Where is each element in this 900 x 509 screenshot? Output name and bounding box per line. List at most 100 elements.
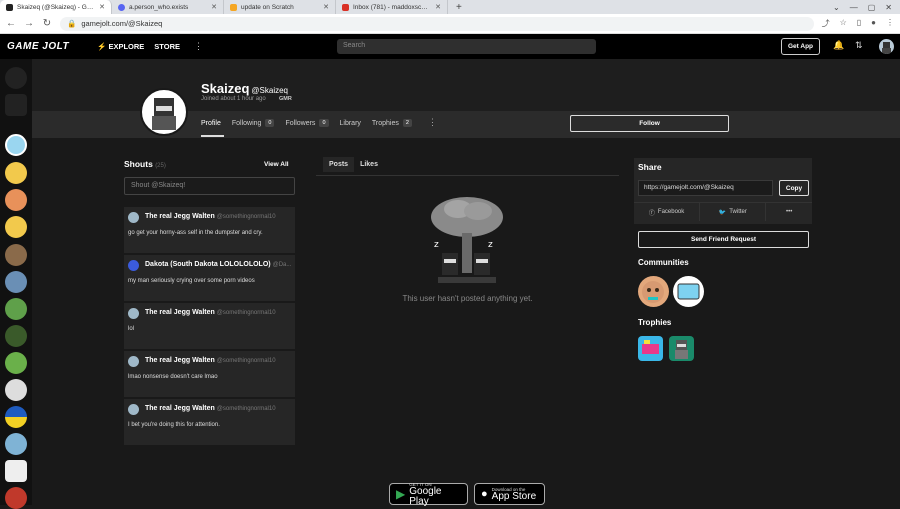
community-item[interactable] <box>5 433 27 455</box>
get-app-button[interactable]: Get App <box>781 38 820 55</box>
profile-more-icon[interactable]: ⋮ <box>428 117 437 128</box>
community-item[interactable] <box>5 487 27 509</box>
shout-author: Dakota (South Dakota LOLOLOLOLO) <box>145 261 271 268</box>
tab-trophies[interactable]: Trophies 2 <box>372 119 412 127</box>
avatar[interactable] <box>128 404 139 415</box>
active-tab-underline <box>201 135 224 137</box>
store-link[interactable]: STORE <box>154 42 180 51</box>
community-item[interactable] <box>5 352 27 374</box>
community-item[interactable] <box>5 379 27 401</box>
discord-favicon-icon <box>118 3 125 11</box>
close-tab-icon[interactable]: ✕ <box>435 3 441 11</box>
tab-title: Inbox (781) - maddoxschiller18@ <box>353 3 431 11</box>
avatar[interactable] <box>128 260 139 271</box>
share-page-icon[interactable]: ⤴ <box>822 18 830 29</box>
tab-posts[interactable]: Posts <box>323 157 355 172</box>
tab-search-icon[interactable]: ⌄ <box>833 3 840 12</box>
search-input[interactable]: Search <box>337 39 596 54</box>
profile-tabs: Profile Following 0 Followers 0 Library Tr… <box>201 119 412 127</box>
shout-input[interactable]: Shout @Skaizeq! <box>124 177 295 195</box>
home-icon[interactable] <box>5 67 27 89</box>
follow-button[interactable]: Follow <box>570 115 729 132</box>
explore-link[interactable]: ⚡ EXPLORE <box>97 42 144 51</box>
community-item[interactable] <box>5 189 27 211</box>
browser-tab-gamejolt[interactable]: Skaizeq (@Skaizeq) - Game Jolt ✕ <box>0 0 112 14</box>
community-item[interactable] <box>5 406 27 428</box>
address-bar: ← → ↻ 🔒 gamejolt.com/@Skaizeq ⤴ ☆ ▯ ● ⋮ <box>0 14 900 34</box>
minimize-icon[interactable]: — <box>850 3 858 12</box>
library-icon[interactable] <box>5 94 27 116</box>
close-tab-icon[interactable]: ✕ <box>323 3 329 11</box>
gamejolt-logo[interactable]: GAME JOLT <box>7 41 87 52</box>
community-item[interactable] <box>5 325 27 347</box>
avatar[interactable] <box>128 212 139 223</box>
shout-item: The real Jegg Walten @somethingnormal10 l… <box>124 351 295 397</box>
bell-icon[interactable]: 🔔 <box>833 40 844 51</box>
trophy-thumbnail[interactable] <box>638 336 663 361</box>
app-store-button[interactable]: ● Download on the App Store <box>474 483 545 505</box>
tab-following[interactable]: Following 0 <box>232 119 275 127</box>
more-share-button[interactable]: ••• <box>766 203 812 221</box>
forward-icon[interactable]: → <box>24 18 34 29</box>
view-all-link[interactable]: View All <box>264 161 289 168</box>
trophy-thumbnail[interactable] <box>669 336 694 361</box>
close-tab-icon[interactable]: ✕ <box>99 3 105 11</box>
svg-text:z: z <box>488 240 493 250</box>
lock-icon[interactable]: 🔒 <box>67 19 76 28</box>
community-item[interactable] <box>5 271 27 293</box>
community-thumbnail[interactable] <box>638 276 669 307</box>
shout-handle: @somethingnormal10 <box>216 358 276 364</box>
shout-handle: @Da... <box>272 262 292 268</box>
shout-text: go get your horny-ass self in the dumpst… <box>128 230 263 236</box>
shout-text: lmao nonsense doesn't care lmao <box>128 374 218 380</box>
community-item[interactable] <box>5 134 27 156</box>
user-avatar[interactable] <box>879 39 894 54</box>
close-tab-icon[interactable]: ✕ <box>211 3 217 11</box>
share-options: ⓕ Facebook 🐦 Twitter ••• <box>634 202 812 221</box>
facebook-share-button[interactable]: ⓕ Facebook <box>634 203 701 221</box>
share-url-field[interactable]: https://gamejolt.com/@Skaizeq <box>638 180 773 196</box>
close-window-icon[interactable]: ✕ <box>885 3 892 12</box>
avatar[interactable] <box>128 356 139 367</box>
tab-profile[interactable]: Profile <box>201 119 221 127</box>
shout-item: The real Jegg Walten @somethingnormal10 I… <box>124 399 295 445</box>
svg-text:z: z <box>434 240 439 250</box>
browser-tab-gmail[interactable]: Inbox (781) - maddoxschiller18@ ✕ <box>336 0 448 14</box>
shout-text: lol <box>128 326 135 332</box>
more-menu-icon[interactable]: ⋮ <box>194 41 203 52</box>
divider <box>316 175 619 176</box>
tab-followers[interactable]: Followers 0 <box>285 119 329 127</box>
profile-avatar[interactable] <box>140 88 188 136</box>
maximize-icon[interactable]: ▢ <box>868 3 876 12</box>
reload-icon[interactable]: ↻ <box>42 18 52 29</box>
community-item[interactable] <box>5 244 27 266</box>
profile-name: Skaizeq @Skaizeq <box>201 81 289 96</box>
tab-likes[interactable]: Likes <box>354 157 384 172</box>
community-item[interactable] <box>5 162 27 184</box>
back-icon[interactable]: ← <box>6 18 16 29</box>
bookmark-star-icon[interactable]: ☆ <box>840 18 847 29</box>
shouts-heading: Shouts (25) <box>124 159 166 169</box>
menu-kebab-icon[interactable]: ⋮ <box>886 18 894 29</box>
url-input[interactable]: 🔒 gamejolt.com/@Skaizeq <box>60 16 814 31</box>
tab-library[interactable]: Library <box>340 119 361 127</box>
copy-button[interactable]: Copy <box>779 180 809 196</box>
profile-icon[interactable]: ● <box>871 18 876 29</box>
twitter-share-button[interactable]: 🐦 Twitter <box>700 203 767 221</box>
browser-tab-discord[interactable]: a.person_who.exists ✕ <box>112 0 224 14</box>
shout-author: The real Jegg Walten <box>145 309 215 316</box>
google-play-button[interactable]: ▶ GET IT ON Google Play <box>389 482 468 506</box>
sidepanel-icon[interactable]: ▯ <box>857 18 861 29</box>
community-item[interactable] <box>5 216 27 238</box>
google-play-icon: ▶ <box>396 487 406 501</box>
community-thumbnail[interactable] <box>673 276 704 307</box>
community-item[interactable] <box>5 298 27 320</box>
browser-tab-scratch[interactable]: update on Scratch ✕ <box>224 0 336 14</box>
activity-icon[interactable]: ⇅ <box>855 40 863 51</box>
avatar[interactable] <box>128 308 139 319</box>
community-item[interactable] <box>5 460 27 482</box>
joined-date: Joined about 1 hour ago <box>201 96 266 102</box>
content-tabs: Posts Likes <box>323 157 384 172</box>
new-tab-button[interactable]: + <box>448 0 470 14</box>
send-friend-request-button[interactable]: Send Friend Request <box>638 231 809 248</box>
